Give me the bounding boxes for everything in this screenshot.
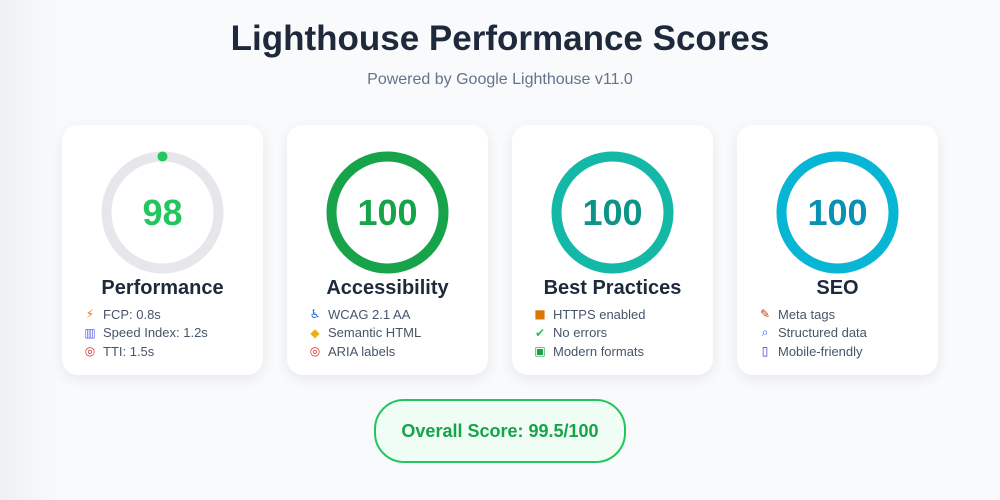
card-label: SEO	[816, 277, 859, 299]
feature-item: ⌕ Structured data	[758, 324, 867, 343]
feature-item: ✔ No errors	[533, 324, 646, 343]
card-label: Performance	[101, 277, 224, 299]
score-value: 100	[807, 191, 868, 233]
feature-item: ▣ Modern formats	[533, 342, 646, 361]
score-card-best-practices: 100 Best Practices ■ HTTPS enabled ✔ No er…	[512, 125, 713, 375]
search-icon: ⌕	[761, 325, 769, 340]
mobile-icon: ▯	[761, 344, 769, 359]
score-gauge: 100	[775, 150, 900, 275]
lightning-icon: ⚡	[85, 307, 95, 322]
score-card-performance: 98 Performance ⚡ FCP: 0.8s ▥ Speed Index: …	[62, 125, 263, 375]
score-gauge: 100	[325, 150, 450, 275]
card-label: Accessibility	[326, 277, 449, 299]
card-label: Best Practices	[543, 277, 682, 299]
feature-item: ⚡ FCP: 0.8s	[83, 305, 208, 324]
score-value: 100	[582, 191, 643, 233]
feature-item: ◎ ARIA labels	[308, 342, 421, 361]
feature-list: ⚡ FCP: 0.8s ▥ Speed Index: 1.2s ◎ TTI: 1.5s	[83, 305, 208, 361]
feature-text: WCAG 2.1 AA	[328, 306, 411, 322]
score-cards: 98 Performance ⚡ FCP: 0.8s ▥ Speed Index: …	[62, 125, 938, 375]
feature-item: ■ HTTPS enabled	[533, 305, 646, 324]
feature-text: Mobile-friendly	[778, 343, 863, 359]
score-gauge: 98	[100, 150, 225, 275]
tag-icon: ◆	[310, 325, 320, 340]
wheelchair-icon: ♿	[309, 307, 321, 322]
feature-text: Semantic HTML	[328, 325, 422, 341]
check-icon: ✔	[534, 325, 546, 340]
score-card-seo: 100 SEO ✎ Meta tags ⌕ Structured data ▯ Mob…	[737, 125, 938, 375]
feature-list: ✎ Meta tags ⌕ Structured data ▯ Mobile-frie…	[758, 305, 867, 361]
feature-text: No errors	[553, 325, 608, 341]
memo-icon: ✎	[759, 307, 771, 322]
lock-icon: ■	[534, 307, 546, 322]
score-value: 98	[142, 191, 183, 233]
feature-text: TTI: 1.5s	[103, 343, 155, 359]
feature-item: ◆ Semantic HTML	[308, 324, 421, 343]
feature-text: ARIA labels	[328, 343, 396, 359]
feature-list: ■ HTTPS enabled ✔ No errors ▣ Modern format…	[533, 305, 646, 361]
feature-text: HTTPS enabled	[553, 306, 646, 322]
score-card-accessibility: 100 Accessibility ♿ WCAG 2.1 AA ◆ Semantic…	[287, 125, 488, 375]
image-icon: ▣	[534, 344, 546, 359]
feature-text: Structured data	[778, 325, 867, 341]
feature-text: FCP: 0.8s	[103, 306, 161, 322]
page-subtitle: Powered by Google Lighthouse v11.0	[367, 71, 633, 88]
bar-chart-icon: ▥	[84, 325, 96, 340]
feature-item: ◎ TTI: 1.5s	[83, 342, 208, 361]
page-header: Lighthouse Performance Scores Powered by…	[0, 18, 1000, 90]
target-icon: ◎	[309, 344, 321, 359]
feature-text: Modern formats	[553, 343, 645, 359]
feature-list: ♿ WCAG 2.1 AA ◆ Semantic HTML ◎ ARIA labels	[308, 305, 422, 361]
overall-score-badge: Overall Score: 99.5/100	[374, 399, 626, 463]
feature-item: ▯ Mobile-friendly	[758, 342, 867, 361]
feature-text: Meta tags	[778, 306, 836, 322]
feature-text: Speed Index: 1.2s	[103, 325, 208, 341]
feature-item: ▥ Speed Index: 1.2s	[83, 324, 208, 343]
target-icon: ◎	[84, 344, 96, 359]
feature-item: ✎ Meta tags	[758, 305, 867, 324]
feature-item: ♿ WCAG 2.1 AA	[308, 305, 421, 324]
score-value: 100	[357, 191, 418, 233]
score-gauge: 100	[550, 150, 675, 275]
page-title: Lighthouse Performance Scores	[230, 19, 770, 58]
